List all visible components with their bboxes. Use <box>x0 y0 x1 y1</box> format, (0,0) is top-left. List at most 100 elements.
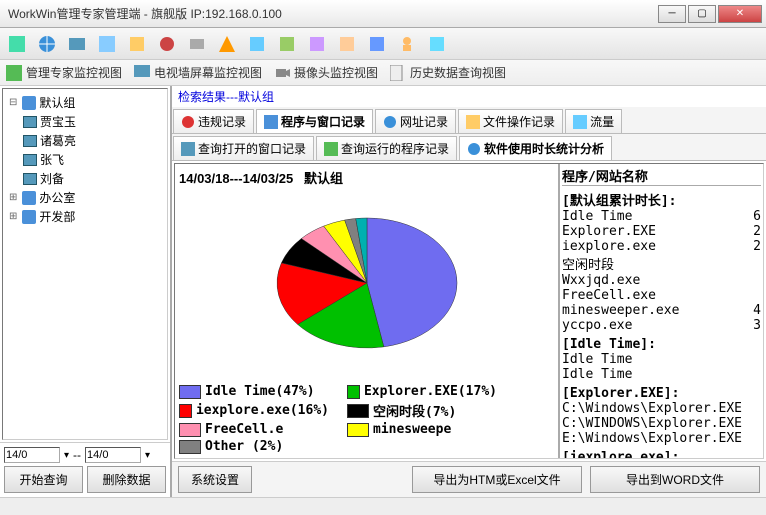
view-camera[interactable]: 摄像头监控视图 <box>274 64 378 81</box>
sidebar: 默认组 贾宝玉 诸葛亮 张飞 刘备 办公室 开发部 ▾ -- ▾ 开始查询 删除… <box>0 86 172 497</box>
export-html-excel-button[interactable]: 导出为HTM或Excel文件 <box>412 466 582 493</box>
secondary-tabs: 查询打开的窗口记录 查询运行的程序记录 软件使用时长统计分析 <box>172 134 766 161</box>
legend-label: 空闲时段(7%) <box>373 401 456 420</box>
tool-icon-14[interactable] <box>394 31 420 57</box>
tab-violation[interactable]: 违规记录 <box>173 109 254 133</box>
tree-user[interactable]: 刘备 <box>23 169 163 188</box>
statusbar <box>0 497 766 515</box>
legend-item: Idle Time(47%) <box>179 384 329 399</box>
tab-open-windows[interactable]: 查询打开的窗口记录 <box>173 136 314 160</box>
program-list[interactable]: 程序/网站名称 [默认组累计时长]:Idle Time6Explorer.EXE… <box>558 164 763 458</box>
dropdown-icon[interactable]: ▾ <box>64 450 69 461</box>
tab-usage-stats[interactable]: 软件使用时长统计分析 <box>459 136 612 160</box>
list-row[interactable]: iexplore.exe2 <box>562 239 761 254</box>
tree-root[interactable]: 默认组 <box>9 93 163 112</box>
list-row[interactable]: yccpo.exe3 <box>562 318 761 333</box>
date-to-input[interactable] <box>85 447 141 463</box>
content-area: 检索结果---默认组 违规记录 程序与窗口记录 网址记录 文件操作记录 流量 查… <box>172 86 766 497</box>
list-section: [iexplore.exe]: <box>562 450 761 458</box>
tool-icon-1[interactable] <box>4 31 30 57</box>
maximize-button[interactable]: ▢ <box>688 5 716 23</box>
search-result-label: 检索结果---默认组 <box>172 86 766 107</box>
list-section: [默认组累计时长]: <box>562 190 761 209</box>
list-row[interactable]: minesweeper.exe4 <box>562 303 761 318</box>
list-row[interactable]: FreeCell.exe <box>562 288 761 303</box>
view-history[interactable]: 历史数据查询视图 <box>390 64 506 81</box>
tree-group[interactable]: 开发部 <box>9 207 163 226</box>
export-word-button[interactable]: 导出到WORD文件 <box>590 466 760 493</box>
list-section: [Explorer.EXE]: <box>562 386 761 401</box>
chart-title: 14/03/18---14/03/25 默认组 <box>179 168 554 187</box>
system-settings-button[interactable]: 系统设置 <box>178 466 252 493</box>
list-row[interactable]: 空闲时段 <box>562 254 761 273</box>
list-row[interactable]: Idle Time6 <box>562 209 761 224</box>
view-tvwall-label: 电视墙屏幕监控视图 <box>154 64 262 81</box>
legend-swatch <box>179 385 201 399</box>
sidebar-bottom: ▾ -- ▾ 开始查询 删除数据 <box>0 442 170 497</box>
tool-icon-13[interactable] <box>364 31 390 57</box>
tool-icon-15[interactable] <box>424 31 450 57</box>
list-row[interactable]: C:\Windows\Explorer.EXE <box>562 401 761 416</box>
list-row[interactable]: Wxxjqd.exe <box>562 273 761 288</box>
tree-group[interactable]: 办公室 <box>9 188 163 207</box>
main-area: 默认组 贾宝玉 诸葛亮 张飞 刘备 办公室 开发部 ▾ -- ▾ 开始查询 删除… <box>0 86 766 497</box>
main-toolbar <box>0 28 766 60</box>
tree-user[interactable]: 贾宝玉 <box>23 112 163 131</box>
tab-url[interactable]: 网址记录 <box>375 109 456 133</box>
tab-fileop[interactable]: 文件操作记录 <box>458 109 563 133</box>
legend-item: minesweepe <box>347 422 497 437</box>
legend-label: iexplore.exe(16%) <box>196 403 329 418</box>
tool-icon-11[interactable] <box>304 31 330 57</box>
tab-traffic[interactable]: 流量 <box>565 109 622 133</box>
tool-icon-5[interactable] <box>124 31 150 57</box>
legend-swatch <box>179 423 201 437</box>
tree-user[interactable]: 诸葛亮 <box>23 131 163 150</box>
tool-icon-9[interactable] <box>244 31 270 57</box>
tool-icon-10[interactable] <box>274 31 300 57</box>
tool-icon-7[interactable] <box>184 31 210 57</box>
view-bar: 管理专家监控视图 电视墙屏幕监控视图 摄像头监控视图 历史数据查询视图 <box>0 60 766 86</box>
window-title: WorkWin管理专家管理端 - 旗舰版 IP:192.168.0.100 <box>4 5 658 22</box>
legend-swatch <box>347 423 369 437</box>
tree-user[interactable]: 张飞 <box>23 150 163 169</box>
primary-tabs: 违规记录 程序与窗口记录 网址记录 文件操作记录 流量 <box>172 107 766 134</box>
start-query-button[interactable]: 开始查询 <box>4 466 83 493</box>
list-row[interactable]: C:\WINDOWS\Explorer.EXE <box>562 416 761 431</box>
view-tvwall[interactable]: 电视墙屏幕监控视图 <box>134 64 262 81</box>
list-row[interactable]: Idle Time <box>562 352 761 367</box>
legend-item: iexplore.exe(16%) <box>179 401 329 420</box>
view-monitor[interactable]: 管理专家监控视图 <box>6 64 122 81</box>
date-from-input[interactable] <box>4 447 60 463</box>
list-row[interactable]: Idle Time <box>562 367 761 382</box>
dropdown-icon[interactable]: ▾ <box>145 450 150 461</box>
legend-swatch <box>347 404 369 418</box>
tool-icon-6[interactable] <box>154 31 180 57</box>
legend-label: Other (2%) <box>205 439 283 454</box>
list-section: [Idle Time]: <box>562 337 761 352</box>
tool-icon-12[interactable] <box>334 31 360 57</box>
view-history-label: 历史数据查询视图 <box>410 64 506 81</box>
legend-item: Explorer.EXE(17%) <box>347 384 497 399</box>
minimize-button[interactable]: ─ <box>658 5 686 23</box>
chart-left: 14/03/18---14/03/25 默认组 Idle Time(47%) Ex… <box>175 164 558 458</box>
legend: Idle Time(47%) Explorer.EXE(17%) iexplore.… <box>179 384 554 454</box>
date-range: ▾ -- ▾ <box>4 447 166 463</box>
legend-item: Other (2%) <box>179 439 329 454</box>
tab-running-programs[interactable]: 查询运行的程序记录 <box>316 136 457 160</box>
list-row[interactable]: Explorer.EXE2 <box>562 224 761 239</box>
list-row[interactable]: E:\Windows\Explorer.EXE <box>562 431 761 446</box>
tool-icon-3[interactable] <box>64 31 90 57</box>
tool-icon-8[interactable] <box>214 31 240 57</box>
close-button[interactable]: ✕ <box>718 5 762 23</box>
chart-area: 14/03/18---14/03/25 默认组 Idle Time(47%) Ex… <box>174 163 764 459</box>
tool-icon-4[interactable] <box>94 31 120 57</box>
tab-program-window[interactable]: 程序与窗口记录 <box>256 109 373 133</box>
legend-swatch <box>179 440 201 454</box>
legend-label: Explorer.EXE(17%) <box>364 384 497 399</box>
legend-item: FreeCell.e <box>179 422 329 437</box>
legend-swatch <box>179 404 192 418</box>
user-tree[interactable]: 默认组 贾宝玉 诸葛亮 张飞 刘备 办公室 开发部 <box>2 88 168 440</box>
globe-icon[interactable] <box>34 31 60 57</box>
view-camera-label: 摄像头监控视图 <box>294 64 378 81</box>
delete-data-button[interactable]: 删除数据 <box>87 466 166 493</box>
